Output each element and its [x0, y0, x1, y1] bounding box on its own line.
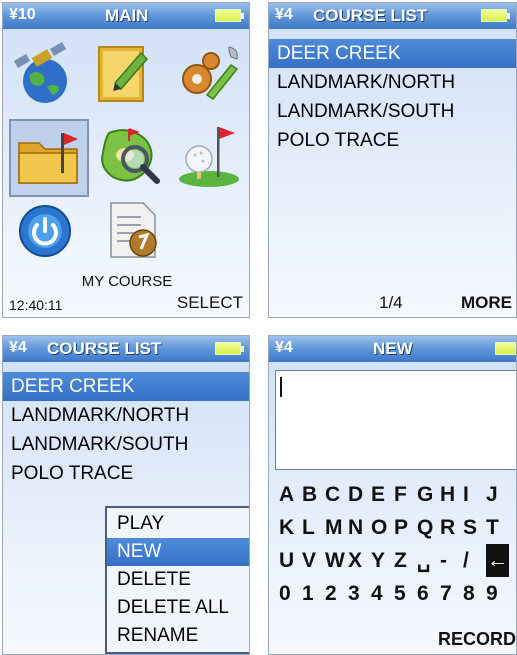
signal-indicator: ¥10 — [9, 6, 36, 23]
key[interactable]: L — [302, 511, 325, 544]
list-item[interactable]: LANDMARK/SOUTH — [3, 430, 249, 459]
new-course-screen: ¥4 NEW ABCDEFGHIJ KLMNOPQRST U V W X Y Z ␣ - / ← … — [268, 335, 517, 655]
menu-item-delete[interactable]: DELETE — [107, 566, 249, 594]
select-softkey[interactable]: SELECT — [177, 293, 243, 313]
title-bar: ¥4 COURSE LIST — [269, 3, 516, 29]
gps-satellite-icon[interactable] — [9, 37, 81, 109]
menu-item-play[interactable]: PLAY — [107, 510, 249, 538]
key[interactable]: M — [325, 511, 348, 544]
key[interactable]: 3 — [348, 577, 371, 610]
key[interactable]: 9 — [486, 577, 509, 610]
context-menu: PLAY NEW DELETE DELETE ALL RENAME — [105, 506, 249, 654]
key[interactable]: Q — [417, 511, 440, 544]
menu-item-new[interactable]: NEW — [107, 538, 249, 566]
list-item[interactable]: POLO TRACE — [269, 126, 516, 155]
battery-icon — [215, 9, 244, 22]
menu-item-delete-all[interactable]: DELETE ALL — [107, 594, 249, 622]
list-item[interactable]: LANDMARK/SOUTH — [269, 97, 516, 126]
course-list: DEER CREEK LANDMARK/NORTH LANDMARK/SOUTH… — [3, 372, 249, 488]
title-bar: ¥4 COURSE LIST — [3, 336, 249, 362]
key[interactable]: N — [348, 511, 371, 544]
key[interactable]: 5 — [394, 577, 417, 610]
signal-indicator: ¥4 — [9, 339, 27, 356]
scorecard-icon[interactable] — [89, 37, 161, 109]
name-input[interactable] — [275, 370, 516, 470]
key[interactable]: F — [394, 478, 417, 511]
main-menu-screen: ¥10 MAIN MY COURSE 12:40:11 SELECT — [2, 2, 250, 318]
key[interactable]: E — [371, 478, 394, 511]
page-indicator: 1/4 — [379, 293, 403, 312]
key[interactable]: I — [463, 478, 486, 511]
key[interactable]: B — [302, 478, 325, 511]
key[interactable]: O — [371, 511, 394, 544]
key[interactable]: Z — [394, 544, 417, 577]
backspace-key[interactable]: ← — [486, 544, 509, 577]
battery-icon — [495, 342, 516, 355]
course-list-screen: ¥4 COURSE LIST DEER CREEK LANDMARK/NORTH… — [268, 2, 517, 318]
golf-ball-flag-icon[interactable] — [173, 119, 245, 191]
key[interactable]: 0 — [279, 577, 302, 610]
list-item[interactable]: POLO TRACE — [3, 459, 249, 488]
settings-icon[interactable] — [171, 37, 243, 109]
keyboard-row: U V W X Y Z ␣ - / ← — [279, 544, 509, 577]
screen-title: COURSE LIST — [47, 339, 162, 358]
key[interactable]: K — [279, 511, 302, 544]
battery-icon — [481, 9, 510, 22]
space-key[interactable]: ␣ — [417, 544, 440, 577]
key[interactable]: 2 — [325, 577, 348, 610]
list-item[interactable]: DEER CREEK — [3, 372, 249, 401]
key[interactable]: H — [440, 478, 463, 511]
key[interactable]: X — [348, 544, 371, 577]
key[interactable]: 6 — [417, 577, 440, 610]
list-item[interactable]: DEER CREEK — [269, 39, 516, 68]
key[interactable]: D — [348, 478, 371, 511]
key[interactable]: J — [486, 478, 509, 511]
keyboard-row: ABCDEFGHIJ — [279, 478, 509, 511]
key[interactable]: Y — [371, 544, 394, 577]
record-softkey[interactable]: RECORD — [438, 629, 516, 650]
my-course-document-icon[interactable] — [103, 199, 165, 261]
power-icon[interactable] — [17, 203, 73, 259]
key[interactable]: G — [417, 478, 440, 511]
icon-caption: MY COURSE — [81, 273, 173, 290]
key[interactable]: 7 — [440, 577, 463, 610]
key[interactable]: / — [463, 544, 486, 577]
key[interactable]: 4 — [371, 577, 394, 610]
key[interactable]: U — [279, 544, 302, 577]
screen-title: MAIN — [105, 6, 149, 25]
key[interactable]: C — [325, 478, 348, 511]
on-screen-keyboard: ABCDEFGHIJ KLMNOPQRST U V W X Y Z ␣ - / ← 0123456… — [279, 478, 509, 610]
my-course-folder-icon[interactable] — [9, 119, 89, 197]
key[interactable]: V — [302, 544, 325, 577]
title-bar: ¥10 MAIN — [3, 3, 249, 29]
course-map-icon[interactable] — [95, 119, 167, 191]
course-list-menu-screen: ¥4 COURSE LIST DEER CREEK LANDMARK/NORTH… — [2, 335, 250, 655]
key[interactable]: P — [394, 511, 417, 544]
key[interactable]: T — [486, 511, 509, 544]
keyboard-row: 0123456789 — [279, 577, 509, 610]
key[interactable]: R — [440, 511, 463, 544]
key[interactable]: - — [440, 544, 463, 577]
clock-time: 12:40:11 — [9, 297, 63, 313]
title-bar: ¥4 NEW — [269, 336, 516, 362]
key[interactable]: W — [325, 544, 348, 577]
key[interactable]: 8 — [463, 577, 486, 610]
menu-item-rename[interactable]: RENAME — [107, 622, 249, 650]
screen-title: COURSE LIST — [313, 6, 428, 25]
keyboard-row: KLMNOPQRST — [279, 511, 509, 544]
signal-indicator: ¥4 — [275, 339, 293, 356]
signal-indicator: ¥4 — [275, 6, 293, 23]
screen-title: NEW — [373, 339, 413, 358]
more-softkey[interactable]: MORE — [461, 293, 512, 313]
battery-icon — [215, 342, 244, 355]
text-cursor — [280, 377, 282, 397]
key[interactable]: A — [279, 478, 302, 511]
key[interactable]: S — [463, 511, 486, 544]
list-item[interactable]: LANDMARK/NORTH — [3, 401, 249, 430]
course-list: DEER CREEK LANDMARK/NORTH LANDMARK/SOUTH… — [269, 39, 516, 155]
list-item[interactable]: LANDMARK/NORTH — [269, 68, 516, 97]
key[interactable]: 1 — [302, 577, 325, 610]
